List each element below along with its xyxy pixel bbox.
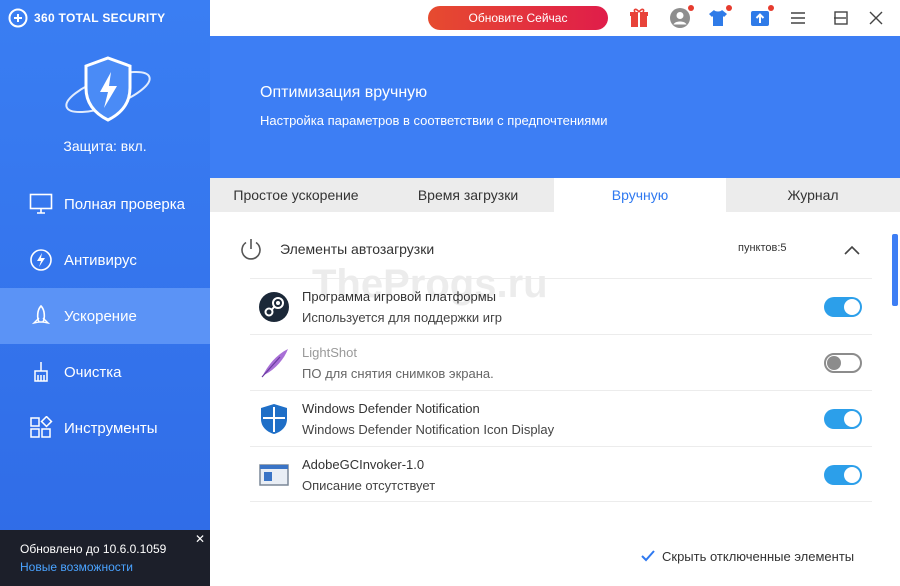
item-name: AdobeGCInvoker-1.0 — [302, 457, 425, 472]
sidebar-item-speedup[interactable]: Ускорение — [0, 288, 210, 344]
close-icon[interactable]: ✕ — [195, 532, 205, 546]
toggle-switch[interactable] — [824, 353, 862, 373]
window-app-icon — [259, 464, 289, 486]
item-description: Используется для поддержки игр — [302, 310, 503, 325]
sidebar: 360 TOTAL SECURITY Защита: вкл. Полная п… — [0, 0, 210, 586]
brand: 360 TOTAL SECURITY — [8, 8, 165, 28]
sidebar-item-tools[interactable]: Инструменты — [0, 400, 210, 456]
defender-shield-icon — [261, 404, 287, 434]
titlebar: Обновите Сейчас — [210, 0, 900, 36]
power-icon — [241, 239, 261, 260]
chevron-up-icon[interactable] — [842, 240, 862, 260]
item-count-value: 5 — [780, 242, 787, 254]
tab-log[interactable]: Журнал — [726, 178, 900, 212]
list-item: LightShot ПО для снятия снимков экрана. — [250, 334, 872, 390]
hide-disabled-option[interactable]: Скрыть отключенные элементы — [640, 548, 854, 564]
hide-disabled-label: Скрыть отключенные элементы — [662, 548, 855, 564]
startup-list: Программа игровой платформы Используется… — [250, 278, 872, 502]
page-title: Оптимизация вручную — [260, 84, 428, 101]
tab-manual[interactable]: Вручную — [554, 178, 726, 212]
sidebar-item-label: Очистка — [64, 363, 122, 381]
brand-name: 360 TOTAL SECURITY — [34, 11, 166, 25]
feather-icon — [261, 349, 288, 378]
list-item: AdobeGCInvoker-1.0 Описание отсутствует — [250, 446, 872, 502]
item-description: Windows Defender Notification Icon Displ… — [302, 422, 555, 437]
item-count-label: пунктов: — [738, 242, 781, 254]
checkmark-icon[interactable] — [640, 548, 656, 564]
item-count: пунктов:5 — [738, 242, 787, 254]
sidebar-item-cleanup[interactable]: Очистка — [0, 344, 210, 400]
maximize-square-icon[interactable] — [831, 8, 851, 28]
broom-icon — [28, 359, 54, 385]
user-avatar-icon[interactable] — [669, 5, 694, 29]
brand-logo-icon — [8, 8, 28, 28]
toggle-switch[interactable] — [824, 465, 862, 485]
steam-icon — [259, 292, 289, 322]
toggle-switch[interactable] — [824, 297, 862, 317]
notification-dot — [726, 5, 732, 11]
item-name: Программа игровой платформы — [302, 289, 497, 304]
close-window-icon[interactable] — [866, 8, 886, 28]
scrollbar[interactable] — [892, 234, 898, 306]
startup-section-header[interactable]: Элементы автозагрузки пунктов:5 — [238, 236, 872, 266]
page-subtitle: Настройка параметров в соответствии с пр… — [260, 113, 608, 128]
update-version: Обновлено до 10.6.0.1059 — [20, 542, 167, 556]
notification-dot — [688, 5, 694, 11]
sidebar-item-label: Антивирус — [64, 251, 137, 269]
whats-new-link[interactable]: Новые возможности — [20, 560, 210, 574]
item-description: ПО для снятия снимков экрана. — [302, 366, 494, 381]
sidebar-item-label: Полная проверка — [64, 195, 185, 213]
list-item: Программа игровой платформы Используется… — [250, 278, 872, 334]
rocket-icon — [28, 303, 54, 329]
tab-simple-boost[interactable]: Простое ускорение — [210, 178, 382, 212]
protection-status: Защита: вкл. — [63, 138, 147, 154]
menu-icon[interactable] — [788, 8, 808, 28]
tab-bar: Простое ускорение Время загрузки Вручную… — [210, 178, 900, 212]
item-name: LightShot — [302, 345, 357, 360]
page-banner: Оптимизация вручную Настройка параметров… — [210, 36, 900, 178]
list-item: Windows Defender Notification Windows De… — [250, 390, 872, 446]
toggle-switch[interactable] — [824, 409, 862, 429]
upgrade-button[interactable]: Обновите Сейчас — [428, 6, 608, 30]
skin-shirt-icon[interactable] — [707, 5, 732, 29]
sidebar-item-antivirus[interactable]: Антивирус — [0, 232, 210, 288]
notification-dot — [768, 5, 774, 11]
item-description: Описание отсутствует — [302, 478, 436, 493]
item-name: Windows Defender Notification — [302, 401, 480, 416]
sidebar-item-full-scan[interactable]: Полная проверка — [0, 176, 210, 232]
upload-update-icon[interactable] — [749, 5, 774, 29]
gift-icon[interactable] — [628, 7, 650, 29]
tools-grid-icon — [28, 415, 54, 441]
monitor-icon — [28, 191, 54, 217]
sidebar-item-label: Инструменты — [64, 419, 158, 437]
tab-boot-time[interactable]: Время загрузки — [382, 178, 554, 212]
shield-icon — [60, 52, 156, 132]
sidebar-item-label: Ускорение — [64, 307, 137, 325]
section-title: Элементы автозагрузки — [280, 241, 435, 257]
sidebar-nav: Полная проверка Антивирус Ускорение Очис… — [0, 176, 210, 456]
update-notice: ✕ Обновлено до 10.6.0.1059 Новые возможн… — [0, 530, 210, 586]
antivirus-bolt-icon — [28, 247, 54, 273]
